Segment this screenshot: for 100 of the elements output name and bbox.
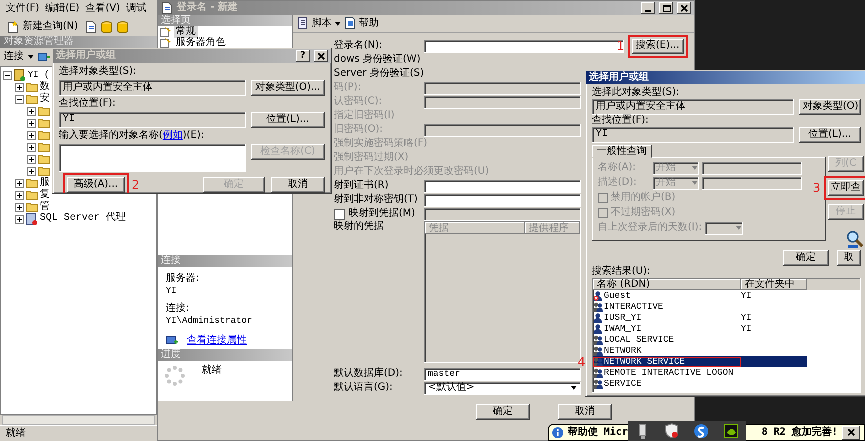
dropdown[interactable]: [705, 222, 744, 234]
checkbox[interactable]: [598, 208, 608, 218]
field-label: 强制实施密码策略(F): [334, 138, 428, 150]
ok-button[interactable]: 确定: [476, 404, 530, 420]
help-button[interactable]: 帮助: [359, 16, 379, 32]
new-query-button[interactable]: 新建查询(N): [4, 19, 82, 35]
checkbox[interactable]: [598, 193, 608, 203]
menu-item[interactable]: 编辑(E): [46, 3, 80, 15]
field-label: 用户在下次登录时必须更改密码(U): [334, 166, 490, 178]
text-field[interactable]: [424, 208, 581, 220]
cancel-button[interactable]: 取: [837, 250, 861, 266]
result-row[interactable]: INTERACTIVE: [593, 301, 807, 312]
example-link[interactable]: 例如: [162, 130, 183, 141]
tree-item[interactable]: 复: [40, 189, 50, 201]
tab[interactable]: 一般性查询: [592, 145, 652, 158]
expand-icon[interactable]: [15, 190, 24, 200]
caret-icon[interactable]: [335, 22, 341, 26]
result-row[interactable]: NETWORK SERVICE: [593, 356, 807, 367]
expand-icon[interactable]: [27, 130, 36, 140]
result-row[interactable]: NETWORK: [593, 345, 807, 356]
database-icon[interactable]: [117, 20, 130, 34]
properties-link[interactable]: 查看连接属性: [187, 335, 247, 347]
text-field[interactable]: [424, 124, 581, 136]
expand-icon[interactable]: [27, 142, 36, 152]
tree-item[interactable]: 管: [40, 201, 50, 213]
close-button[interactable]: [842, 426, 860, 440]
checkbox-label[interactable]: 映射到凭据(M): [349, 208, 416, 220]
text-field[interactable]: YI: [59, 112, 246, 128]
tree-item[interactable]: 服: [40, 177, 50, 189]
collapse-icon[interactable]: [3, 70, 12, 80]
field-label: 登录名(N):: [334, 40, 384, 52]
field-label: 名称(A):: [598, 162, 638, 174]
cancel-button[interactable]: 取消: [558, 404, 612, 420]
text-field[interactable]: [424, 82, 581, 94]
close-button[interactable]: [314, 50, 328, 62]
column-header: 凭据: [425, 222, 525, 234]
text-field[interactable]: [424, 40, 624, 52]
folder-icon: [26, 189, 38, 201]
text-field[interactable]: YI: [592, 127, 794, 143]
tree-item[interactable]: YI (: [28, 69, 50, 81]
expand-icon[interactable]: [27, 166, 36, 176]
checkbox[interactable]: [334, 208, 345, 220]
help-icon: [344, 17, 356, 30]
expand-icon[interactable]: [15, 214, 24, 224]
tree-item[interactable]: 安: [40, 93, 50, 105]
script-button[interactable]: 脚本: [312, 16, 332, 32]
database-icon[interactable]: [101, 20, 114, 34]
text-field[interactable]: 用户或内置安全主体: [59, 80, 246, 96]
expand-icon[interactable]: [15, 202, 24, 212]
menu-item[interactable]: 调试: [126, 3, 146, 15]
window-title: 登录名 - 新建: [177, 2, 240, 14]
caret-icon: [571, 386, 577, 390]
folder-icon: [26, 81, 38, 93]
text-field[interactable]: [424, 194, 581, 206]
document-icon[interactable]: [85, 20, 98, 34]
text-field[interactable]: [702, 162, 802, 174]
text-field[interactable]: [424, 96, 581, 108]
close-button[interactable]: [677, 2, 691, 14]
locations-button[interactable]: 位置(L)...: [251, 112, 325, 128]
script-icon: [297, 17, 309, 30]
result-row[interactable]: LOCAL SERVICE: [593, 334, 807, 345]
shield-icon[interactable]: [664, 423, 678, 439]
minimize-button[interactable]: [641, 2, 655, 14]
maximize-button[interactable]: [659, 2, 673, 14]
scrollbar[interactable]: [2, 415, 155, 425]
menu-item[interactable]: 文件(F): [6, 3, 40, 15]
expand-icon[interactable]: [15, 178, 24, 188]
dropdown[interactable]: <默认值>: [424, 382, 581, 394]
page-item[interactable]: 常规: [174, 26, 198, 38]
names-field[interactable]: [59, 144, 246, 172]
object-types-button[interactable]: 对象类型(O)...: [251, 80, 325, 96]
object-types-button[interactable]: 对象类型(O): [799, 99, 861, 115]
result-row[interactable]: SERVICE: [593, 378, 807, 389]
help-button[interactable]: ?: [296, 50, 310, 62]
text-field[interactable]: master: [424, 368, 581, 380]
locations-button[interactable]: 位置(L)...: [799, 127, 861, 143]
connect-icon[interactable]: [38, 51, 51, 63]
text-field[interactable]: [424, 180, 581, 192]
cancel-button[interactable]: 取消: [271, 177, 325, 193]
expand-icon[interactable]: [27, 106, 36, 116]
text-field[interactable]: [702, 176, 802, 190]
text-field[interactable]: 用户或内置安全主体: [592, 99, 794, 115]
tree-item[interactable]: 数: [40, 81, 50, 93]
swirl-icon[interactable]: [694, 424, 708, 438]
result-row[interactable]: REMOTE INTERACTIVE LOGON: [593, 367, 807, 378]
agent-icon: [26, 213, 38, 225]
window-title: 选择用户或组: [589, 72, 649, 84]
expand-icon[interactable]: [15, 82, 24, 92]
expand-icon[interactable]: [27, 118, 36, 128]
result-row[interactable]: IUSR_YI YI: [593, 312, 807, 323]
menu-item[interactable]: 查看(V): [86, 3, 120, 15]
square-logo-icon[interactable]: [724, 424, 738, 438]
window-title: 选择用户或组: [56, 50, 117, 62]
connect-button[interactable]: 连接: [4, 49, 34, 65]
collapse-icon[interactable]: [15, 94, 24, 104]
tree-item[interactable]: SQL Server 代理: [40, 213, 126, 225]
page-item[interactable]: 服务器角色: [174, 36, 228, 48]
result-row[interactable]: IWAM_YI YI: [593, 323, 807, 334]
ok-button[interactable]: 确定: [783, 250, 829, 266]
expand-icon[interactable]: [27, 154, 36, 164]
